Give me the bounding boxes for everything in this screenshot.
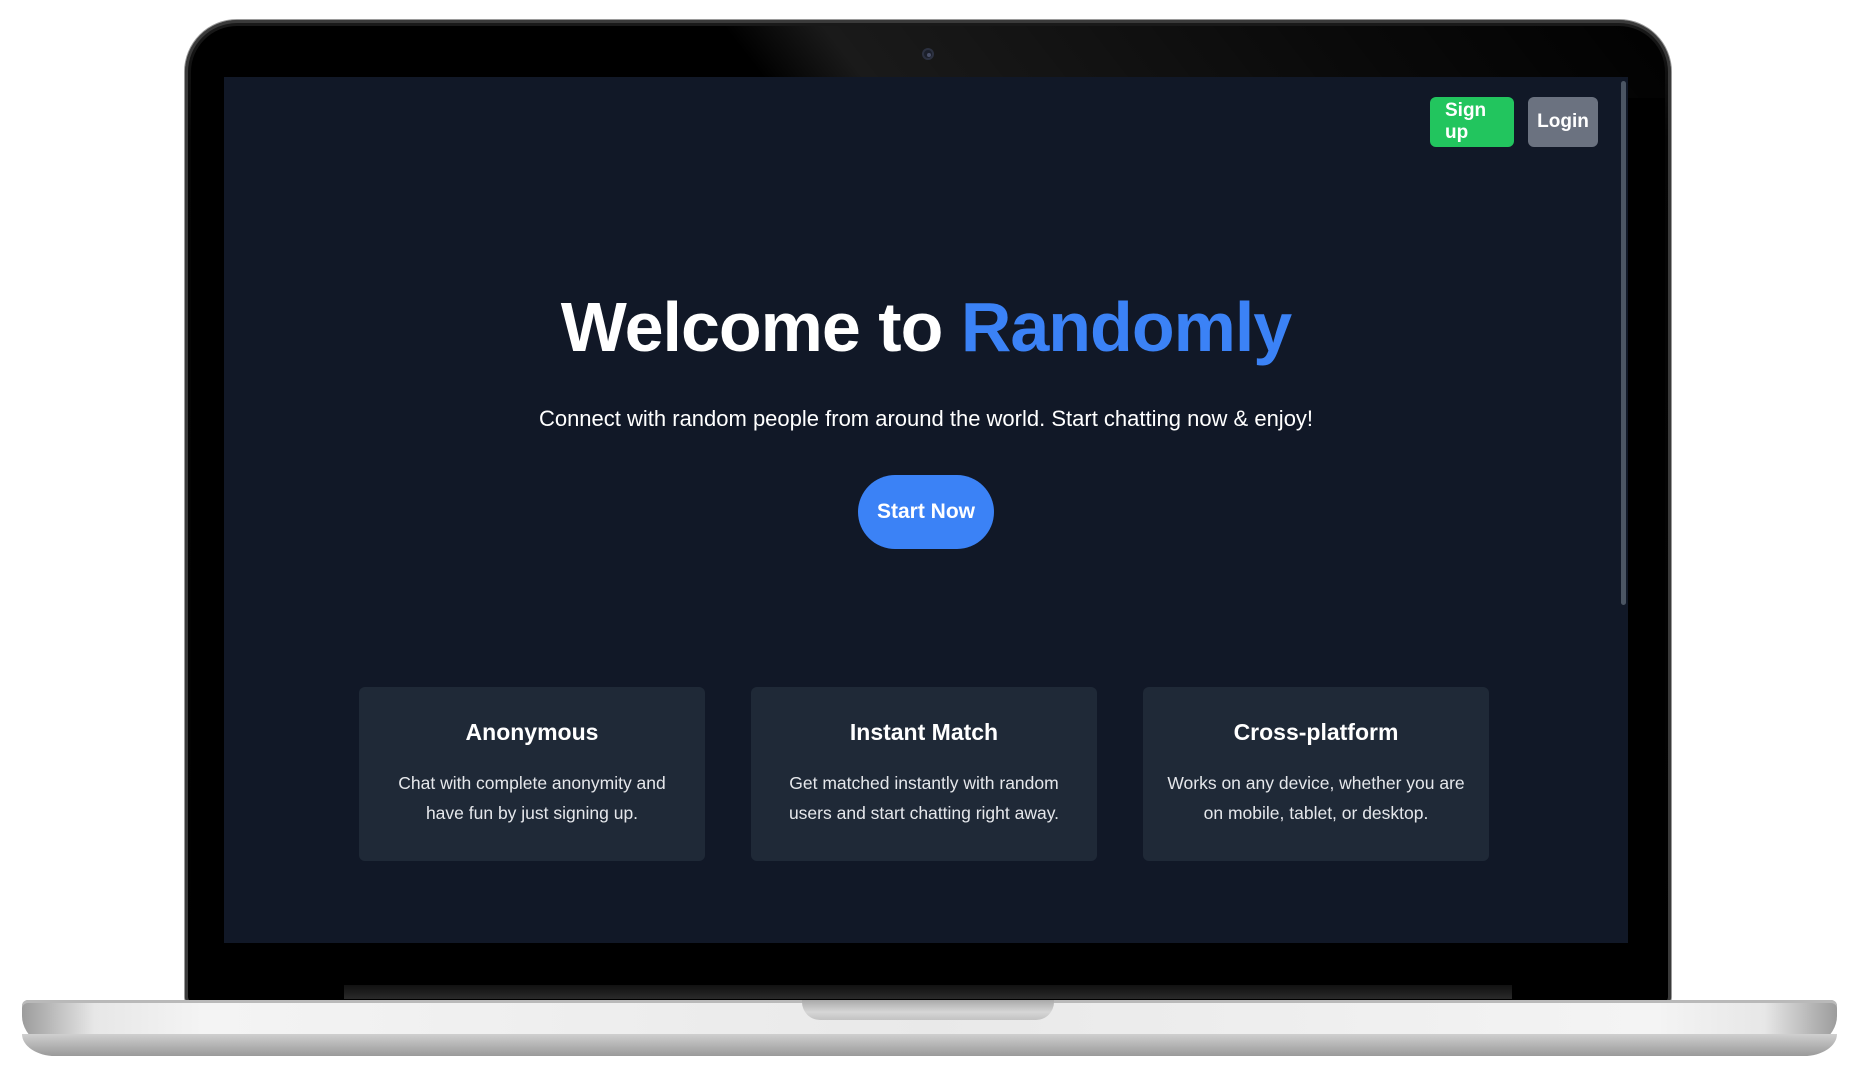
feature-description: Works on any device, whether you are on … (1167, 773, 1465, 823)
feature-description: Get matched instantly with random users … (788, 773, 1060, 823)
laptop-hinge (344, 985, 1512, 999)
start-now-button[interactable]: Start Now (858, 475, 994, 549)
features-section: Anonymous Chat with complete anonymity a… (359, 687, 1489, 861)
hero-section: Welcome to Randomly Connect with random … (224, 292, 1628, 549)
laptop-mockup: Sign up Login Welcome to Randomly Connec… (0, 0, 1851, 1080)
hero-subtitle: Connect with random people from around t… (538, 406, 1314, 431)
feature-description: Chat with complete anonymity and have fu… (398, 773, 666, 823)
top-nav: Sign up Login (1430, 97, 1598, 147)
browser-screen: Sign up Login Welcome to Randomly Connec… (224, 77, 1628, 943)
page-title: Welcome to Randomly (224, 292, 1628, 362)
feature-title: Cross-platform (1233, 719, 1399, 745)
feature-card-instant-match: Instant Match Get matched instantly with… (751, 687, 1097, 861)
brand-name: Randomly (960, 288, 1292, 366)
webcam-icon (922, 48, 934, 60)
feature-card-cross-platform: Cross-platform Works on any device, whet… (1143, 687, 1489, 861)
laptop-opening-notch (802, 1000, 1054, 1020)
feature-title: Anonymous (465, 719, 599, 745)
login-button[interactable]: Login (1528, 97, 1598, 147)
signup-button[interactable]: Sign up (1430, 97, 1514, 147)
title-prefix: Welcome to (560, 288, 961, 366)
feature-card-anonymous: Anonymous Chat with complete anonymity a… (359, 687, 705, 861)
feature-title: Instant Match (849, 719, 999, 745)
